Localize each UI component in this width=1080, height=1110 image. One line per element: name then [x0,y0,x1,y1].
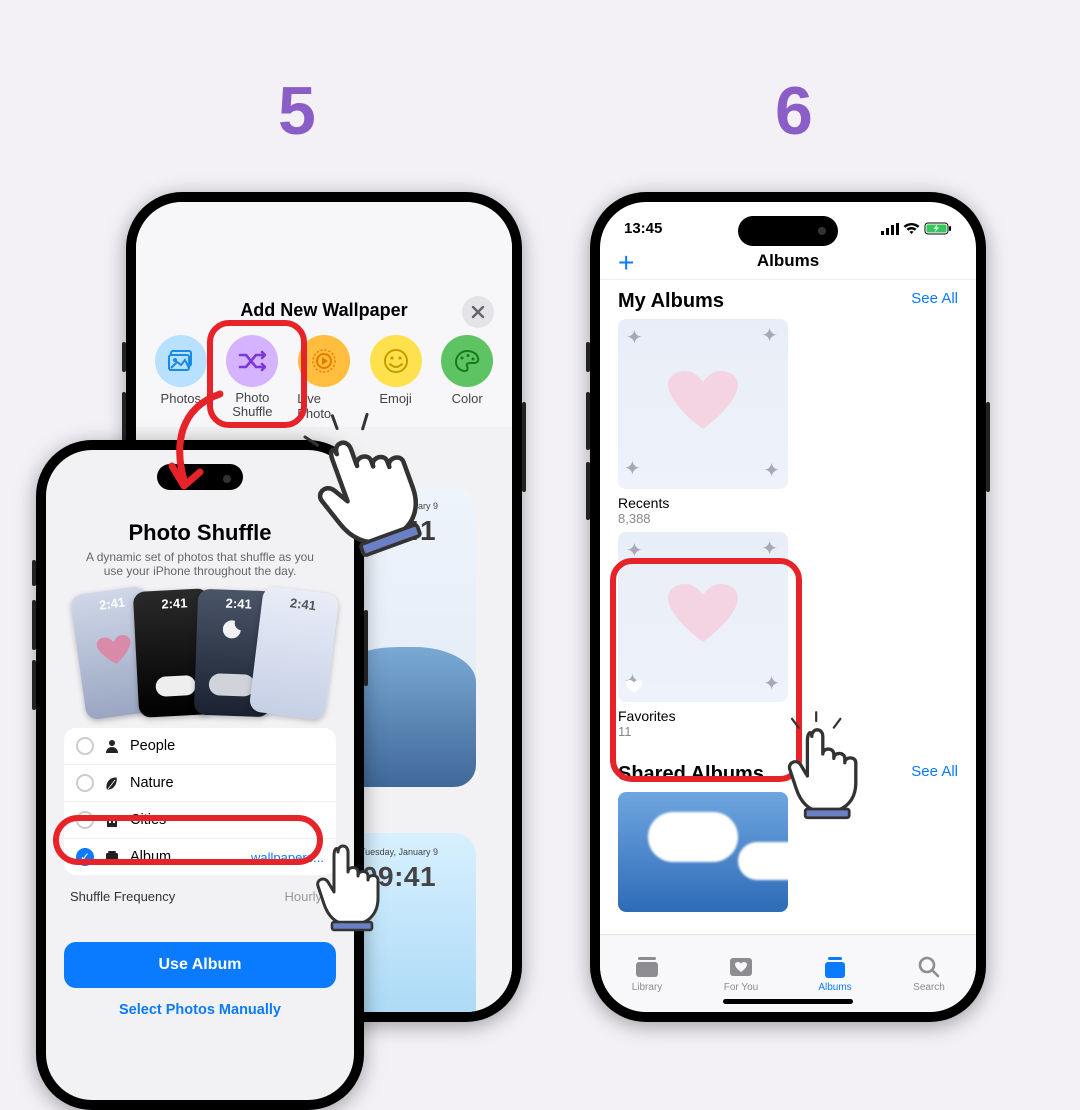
battery-icon [924,222,952,235]
tab-library[interactable]: Library [600,935,694,1012]
phone-photo-shuffle: Photo Shuffle A dynamic set of photos th… [36,440,364,1110]
shuffle-frequency-label: Shuffle Frequency [70,889,175,904]
shuffle-preview: 2:41 2:41 2:41 2:41 [64,588,336,718]
album-recents-name: Recents [618,495,788,511]
shuffle-description: A dynamic set of photos that shuffle as … [78,550,322,578]
option-nature-label: Nature [130,775,174,791]
my-albums-heading: My Albums [618,290,958,313]
see-all-shared-albums[interactable]: See All [911,763,958,780]
search-icon [916,955,942,979]
album-favorites[interactable]: ✦✦ ✦✦ Favorites 11 [618,532,788,739]
option-cities-label: Cities [130,812,166,828]
close-button[interactable] [462,296,494,328]
preview-time-4: 2:41 [261,586,339,616]
home-indicator[interactable] [723,999,853,1004]
add-album-button[interactable]: + [618,247,634,279]
shared-albums-heading: Shared Albums [618,763,958,786]
person-icon [104,738,120,754]
category-photos-label: Photos [161,391,201,406]
palette-icon [454,349,480,373]
see-all-my-albums[interactable]: See All [911,290,958,307]
option-album-label: Album [130,849,171,865]
category-live-live-photo-label: Live Photo [297,391,351,421]
wallpaper-categories: Photos Photo Shuffle Live Photo Emoji Co… [136,331,512,427]
shuffle-options: People Nature Cities ✓ Album wallpapers.… [64,728,336,875]
category-color-label: Color [452,391,483,406]
library-icon [634,955,660,979]
category-photo-shuffle[interactable]: Photo Shuffle [226,335,280,421]
album-favorites-count: 11 [618,724,788,739]
option-album[interactable]: ✓ Album wallpapers... [64,838,336,875]
photos-icon [168,350,194,372]
category-color[interactable]: Color [440,335,494,421]
step-number-5: 5 [278,72,316,150]
status-time: 13:45 [624,220,662,237]
phone-albums: 13:45 + Albums See All My Albums ✦✦ ✦✦ R… [590,192,986,1022]
foryou-icon [728,955,754,979]
option-cities[interactable]: Cities [64,801,336,838]
select-photos-manually-button[interactable]: Select Photos Manually [64,988,336,1032]
use-album-button[interactable]: Use Album [64,942,336,988]
building-icon [104,812,120,828]
shuffle-frequency-value: Hourly › [284,889,330,904]
emoji-icon [382,347,410,375]
albums-icon [822,955,848,979]
close-icon [471,305,485,319]
leaf-icon [104,775,120,791]
option-people-label: People [130,738,175,754]
step-number-6: 6 [775,72,813,150]
shared-album-1[interactable] [618,792,788,912]
shuffle-title: Photo Shuffle [64,520,336,546]
option-nature[interactable]: Nature [64,764,336,801]
album-recents-count: 8,388 [618,511,788,526]
category-emoji[interactable]: Emoji [369,335,423,421]
favorite-heart-icon [626,680,642,694]
option-people[interactable]: People [64,728,336,764]
category-live-photo[interactable]: Live Photo [297,335,351,421]
status-indicators [881,222,952,235]
shuffle-icon [238,350,266,372]
signal-icon [881,223,899,235]
album-recents[interactable]: ✦✦ ✦✦ Recents 8,388 [618,319,788,526]
wifi-icon [903,223,920,235]
albums-header: Albums [757,251,819,270]
shuffle-frequency-row[interactable]: Shuffle Frequency Hourly › [64,881,336,912]
live-photo-icon [310,347,338,375]
tab-search[interactable]: Search [882,935,976,1012]
wallpaper-title: Add New Wallpaper [240,300,407,320]
album-favorites-name: Favorites [618,708,788,724]
option-album-value: wallpapers... [251,850,324,865]
category-emoji-label: Emoji [379,391,412,406]
category-photo-shuffle-label: Photo Shuffle [226,391,280,420]
category-photos[interactable]: Photos [154,335,208,421]
album-icon [104,849,120,865]
